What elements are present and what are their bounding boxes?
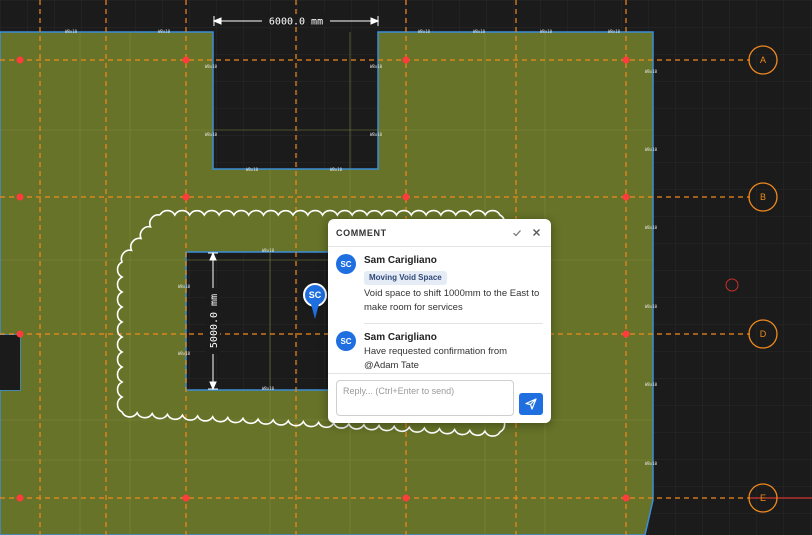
member-tag: W8x10 [178,284,191,289]
member-tag: W8x10 [473,29,486,34]
member-tag: W8x10 [645,147,658,152]
comment-tag: Moving Void Space [364,271,447,285]
member-tag: W8x10 [645,225,658,230]
member-tag: W8x10 [645,461,658,466]
comment-panel: COMMENT SC Sam Carigliano Moving Void Sp… [328,219,551,423]
avatar: SC [336,331,356,351]
comment-entry: SC Sam Carigliano Have requested confirm… [328,324,551,373]
comment-panel-title: COMMENT [336,227,387,238]
member-tag: W8x10 [262,248,275,253]
comment-entry: SC Sam Carigliano Moving Void Space Void… [328,247,551,315]
avatar: SC [336,254,356,274]
member-tag: W8x10 [205,64,218,69]
member-tag: W8x10 [205,132,218,137]
member-tag: W8x10 [246,167,259,172]
member-tag: W8x10 [330,167,343,172]
member-tag: W8x10 [540,29,553,34]
member-tag: W8x10 [178,351,191,356]
comment-text: Void space to shift 1000mm to the East t… [364,288,540,313]
grid-label-b: B [760,192,766,202]
member-tag: W8x10 [370,64,383,69]
grid-label-d: D [760,329,767,339]
member-tag: W8x10 [645,69,658,74]
close-icon[interactable] [529,226,543,240]
dimension-vertical-label: 5000.0 mm [209,294,220,348]
member-tag: W8x10 [158,29,171,34]
member-tag: W8x10 [645,382,658,387]
member-tag: W8x10 [262,386,275,391]
member-tag: W8x10 [608,29,621,34]
reply-input[interactable] [336,380,514,416]
member-tag: W8x10 [418,29,431,34]
grid-label-e: E [760,493,766,503]
comment-text: Have requested confirmation from @Adam T… [364,346,508,371]
dimension-horizontal-label: 6000.0 mm [269,17,323,28]
member-tag: W8x10 [645,304,658,309]
member-tag: W8x10 [65,29,78,34]
reply-area [328,373,551,423]
check-icon[interactable] [510,226,524,240]
comment-author: Sam Carigliano [364,255,437,266]
edge-void [0,335,20,390]
send-icon [525,398,537,410]
grid-label-a: A [760,55,766,65]
comment-pin[interactable]: SC [303,283,327,321]
pin-tail [311,304,319,319]
send-button[interactable] [519,393,543,415]
member-tag: W8x10 [370,132,383,137]
comment-author: Sam Carigliano [364,332,437,343]
comment-panel-header: COMMENT [328,219,551,247]
